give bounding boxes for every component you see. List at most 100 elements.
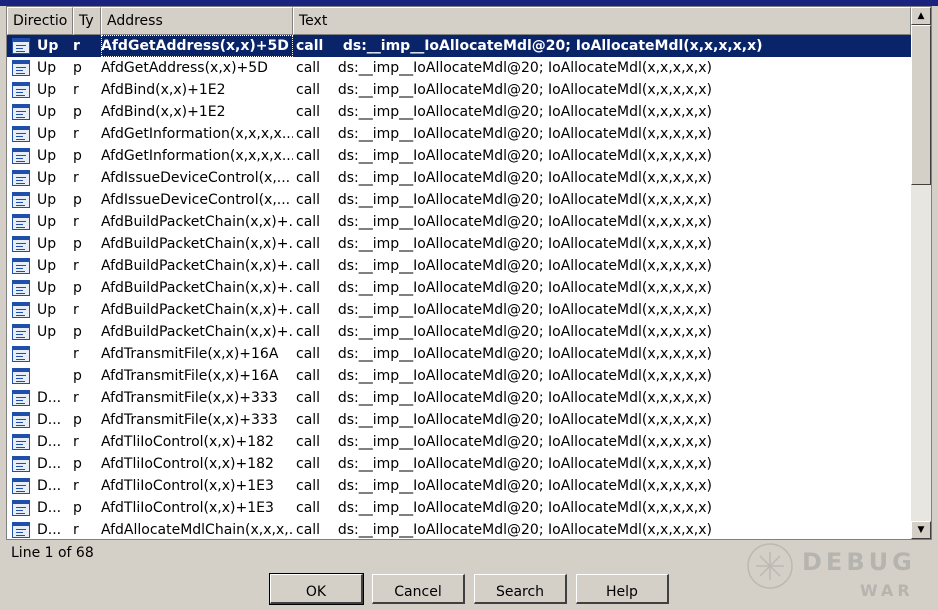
cell-text: call ds:__imp__IoAllocateMdl@20; IoAlloc… (296, 170, 713, 186)
cell-text: call ds:__imp__IoAllocateMdl@20; IoAlloc… (296, 148, 713, 164)
cell-text: call ds:__imp__IoAllocateMdl@20; IoAlloc… (296, 214, 713, 230)
list-item[interactable]: p AfdTransmitFile(x,x)+16A call ds:__imp__… (7, 365, 911, 387)
cell-type: r (73, 434, 79, 450)
cell-direction: D... (37, 522, 62, 538)
scroll-up-button[interactable]: ▲ (911, 7, 931, 25)
column-header-type[interactable]: Ty (73, 7, 101, 35)
code-reference-icon (12, 390, 30, 406)
list-item[interactable]: Up p AfdBuildPacketChain(x,x)+... call ds:_… (7, 233, 911, 255)
list-item[interactable]: Up r AfdIssueDeviceControl(x,... call ds:__… (7, 167, 911, 189)
list-item[interactable]: Up p AfdGetAddress(x,x)+5D call ds:__imp__I… (7, 57, 911, 79)
cell-type: r (73, 258, 79, 274)
cell-address: AfdTliIoControl(x,x)+182 (101, 434, 274, 450)
cell-text: call ds:__imp__IoAllocateMdl@20; IoAlloc… (296, 236, 713, 252)
cell-type: r (73, 346, 79, 362)
code-reference-icon (12, 148, 30, 164)
code-reference-icon (12, 346, 30, 362)
scroll-down-button[interactable]: ▼ (911, 521, 931, 539)
cell-text: call ds:__imp__IoAllocateMdl@20; IoAlloc… (296, 38, 763, 54)
list-item[interactable]: D... r AfdTliIoControl(x,x)+1E3 call ds:__i… (7, 475, 911, 497)
ok-button[interactable]: OK (269, 573, 364, 605)
code-reference-icon (12, 192, 30, 208)
cell-type: p (73, 368, 82, 384)
cell-direction: Up (37, 192, 57, 208)
cell-type: r (73, 38, 80, 54)
cell-direction: D... (37, 390, 62, 406)
cell-type: p (73, 324, 82, 340)
help-button[interactable]: Help (576, 574, 669, 604)
code-reference-icon (12, 82, 30, 98)
cell-type: p (73, 104, 82, 120)
cell-text: call ds:__imp__IoAllocateMdl@20; IoAlloc… (296, 192, 713, 208)
cell-direction: Up (37, 324, 57, 340)
list-item[interactable]: r AfdTransmitFile(x,x)+16A call ds:__imp__… (7, 343, 911, 365)
list-item[interactable]: Up p AfdGetInformation(x,x,x,x... call ds:_… (7, 145, 911, 167)
cell-type: r (73, 214, 79, 230)
list-item[interactable]: Up r AfdBind(x,x)+1E2 call ds:__imp__IoAllo… (7, 79, 911, 101)
list-item[interactable]: Up r AfdBuildPacketChain(x,x)+... call ds:_… (7, 299, 911, 321)
cell-direction (37, 343, 69, 365)
cell-address: AfdBuildPacketChain(x,x)+... (101, 236, 293, 252)
list-item[interactable]: Up r AfdBuildPacketChain(x,x)+... call ds:_… (7, 255, 911, 277)
search-button[interactable]: Search (474, 574, 567, 604)
cell-text: call ds:__imp__IoAllocateMdl@20; IoAlloc… (296, 390, 713, 406)
vertical-scrollbar[interactable]: ▲ ▼ (911, 7, 931, 539)
cell-direction: Up (37, 258, 57, 274)
cell-direction: Up (37, 126, 57, 142)
cell-type: p (73, 456, 82, 472)
cancel-button[interactable]: Cancel (372, 574, 465, 604)
cell-text: call ds:__imp__IoAllocateMdl@20; IoAlloc… (296, 324, 713, 340)
cell-address: AfdGetAddress(x,x)+5D (101, 35, 293, 57)
list-item[interactable]: D... r AfdTransmitFile(x,x)+333 call ds:__i… (7, 387, 911, 409)
code-reference-icon (12, 522, 30, 538)
cell-address: AfdTransmitFile(x,x)+333 (101, 412, 278, 428)
cell-text: call ds:__imp__IoAllocateMdl@20; IoAlloc… (296, 126, 713, 142)
cell-type: p (73, 280, 82, 296)
code-reference-icon (12, 38, 30, 54)
cell-address: AfdBind(x,x)+1E2 (101, 104, 226, 120)
list-item[interactable]: D... r AfdTliIoControl(x,x)+182 call ds:__i… (7, 431, 911, 453)
cell-address: AfdGetAddress(x,x)+5D (101, 60, 268, 76)
column-header-address[interactable]: Address (101, 7, 293, 35)
code-reference-icon (12, 60, 30, 76)
cell-direction: D... (37, 478, 62, 494)
list-item[interactable]: D... p AfdTliIoControl(x,x)+1E3 call ds:__i… (7, 497, 911, 519)
list-item[interactable]: D... p AfdTransmitFile(x,x)+333 call ds:__i… (7, 409, 911, 431)
cell-address: AfdTransmitFile(x,x)+16A (101, 346, 279, 362)
column-header-text[interactable]: Text (293, 7, 911, 35)
cell-text: call ds:__imp__IoAllocateMdl@20; IoAlloc… (296, 478, 713, 494)
list-item[interactable]: Up p AfdBuildPacketChain(x,x)+... call ds:_… (7, 277, 911, 299)
cell-type: r (73, 522, 79, 538)
list-item[interactable]: Up p AfdBuildPacketChain(x,x)+... call ds:_… (7, 321, 911, 343)
column-header-direction[interactable]: Directio (7, 7, 73, 35)
list-item[interactable]: Up p AfdIssueDeviceControl(x,... call ds:__… (7, 189, 911, 211)
cell-address: AfdTliIoControl(x,x)+1E3 (101, 478, 274, 494)
cell-text: call ds:__imp__IoAllocateMdl@20; IoAlloc… (296, 258, 713, 274)
list-item[interactable]: Up p AfdBind(x,x)+1E2 call ds:__imp__IoAllo… (7, 101, 911, 123)
cell-type: r (73, 82, 79, 98)
xrefs-list[interactable]: Directio Ty Address Text Up r AfdGetAddres… (6, 6, 932, 540)
code-reference-icon (12, 456, 30, 472)
list-item[interactable]: Up r AfdBuildPacketChain(x,x)+... call ds:_… (7, 211, 911, 233)
list-rows: Up r AfdGetAddress(x,x)+5D call ds:__imp__I… (7, 35, 911, 539)
cell-type: p (73, 60, 82, 76)
arrow-up-icon: ▲ (917, 11, 925, 21)
list-item[interactable]: D... p AfdTliIoControl(x,x)+182 call ds:__i… (7, 453, 911, 475)
scroll-thumb[interactable] (911, 25, 931, 185)
cell-address: AfdAllocateMdlChain(x,x,x,... (101, 522, 293, 538)
cell-type: r (73, 170, 79, 186)
cell-address: AfdTransmitFile(x,x)+16A (101, 368, 279, 384)
list-item[interactable]: Up r AfdGetInformation(x,x,x,x... call ds:_… (7, 123, 911, 145)
list-item[interactable]: Up r AfdGetAddress(x,x)+5D call ds:__imp__I… (7, 35, 911, 57)
cell-direction: Up (37, 302, 57, 318)
cell-text: call ds:__imp__IoAllocateMdl@20; IoAlloc… (296, 500, 713, 516)
code-reference-icon (12, 500, 30, 516)
cell-text: call ds:__imp__IoAllocateMdl@20; IoAlloc… (296, 456, 713, 472)
list-item[interactable]: D... r AfdAllocateMdlChain(x,x,x,... call d… (7, 519, 911, 539)
cell-text: call ds:__imp__IoAllocateMdl@20; IoAlloc… (296, 434, 713, 450)
cell-direction: D... (37, 434, 62, 450)
cell-text: call ds:__imp__IoAllocateMdl@20; IoAlloc… (296, 346, 713, 362)
code-reference-icon (12, 302, 30, 318)
cell-address: AfdIssueDeviceControl(x,... (101, 170, 291, 186)
cell-text: call ds:__imp__IoAllocateMdl@20; IoAlloc… (296, 412, 713, 428)
